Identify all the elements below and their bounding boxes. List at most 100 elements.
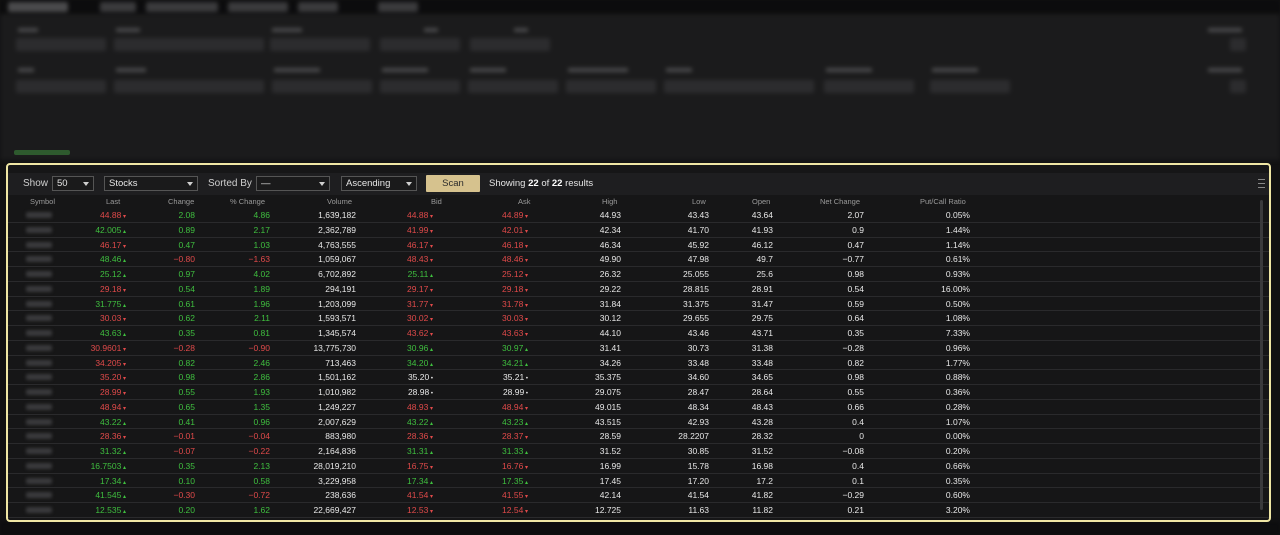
cell-high: 29.22 bbox=[599, 283, 621, 294]
cell-symbol-redacted[interactable] bbox=[26, 492, 52, 499]
table-row[interactable]: 28.99 0.55 1.93 1,010,982 28.98 28.99 29.075 28… bbox=[8, 385, 1269, 400]
cell-ask: 43.63 bbox=[502, 328, 528, 338]
column-header-volume[interactable]: Volume bbox=[327, 197, 352, 206]
blurred-bottom-bar bbox=[0, 522, 1280, 535]
table-row[interactable]: 17.34 0.10 0.58 3,229,958 17.34 17.35 17.45 17.… bbox=[8, 474, 1269, 489]
column-header-symbol[interactable]: Symbol bbox=[30, 197, 55, 206]
cell-symbol-redacted[interactable] bbox=[26, 300, 52, 307]
table-row[interactable]: 41.545 −0.30 −0.72 238,636 41.54 41.55 42.14 41… bbox=[8, 488, 1269, 503]
cell-open: 17.2 bbox=[756, 475, 773, 486]
column-header-net-change[interactable]: Net Change bbox=[820, 197, 860, 206]
cell-volume: 1,059,067 bbox=[318, 254, 356, 265]
show-count-dropdown[interactable]: 50 bbox=[52, 176, 94, 191]
cell-volume: 1,345,574 bbox=[318, 328, 356, 338]
table-row[interactable]: 28.36 −0.01 −0.04 883,980 28.36 28.37 28.59 28.… bbox=[8, 429, 1269, 444]
column-header-bid[interactable]: Bid bbox=[431, 197, 442, 206]
cell-symbol-redacted[interactable] bbox=[26, 374, 52, 381]
cell-open: 16.98 bbox=[751, 460, 773, 471]
vertical-scrollbar[interactable] bbox=[1260, 200, 1263, 510]
column-header-last[interactable]: Last bbox=[106, 197, 120, 206]
sort-order-dropdown[interactable]: Ascending bbox=[341, 176, 417, 191]
cell-symbol-redacted[interactable] bbox=[26, 315, 52, 322]
cell-symbol-redacted[interactable] bbox=[26, 359, 52, 366]
cell-ask: 29.18 bbox=[502, 284, 528, 294]
cell-bid: 48.93 bbox=[407, 402, 433, 412]
table-row[interactable]: 43.63 0.35 0.81 1,345,574 43.62 43.63 44.10 43.… bbox=[8, 326, 1269, 341]
scan-button[interactable]: Scan bbox=[426, 175, 480, 192]
column-header-put-call-ratio[interactable]: Put/Call Ratio bbox=[920, 197, 966, 206]
table-row[interactable]: 34.205 0.82 2.46 713,463 34.20 34.21 34.26 33.4… bbox=[8, 356, 1269, 371]
table-row[interactable]: 42.005 0.89 2.17 2,362,789 41.99 42.01 42.34 41… bbox=[8, 223, 1269, 238]
cell-change: 0.47 bbox=[178, 239, 195, 250]
cell-symbol-redacted[interactable] bbox=[26, 344, 52, 351]
table-row[interactable]: 16.7503 0.35 2.13 28,019,210 16.75 16.76 16.99… bbox=[8, 459, 1269, 474]
cell-low: 17.20 bbox=[687, 475, 709, 486]
cell-symbol-redacted[interactable] bbox=[26, 241, 52, 248]
security-type-dropdown[interactable]: Stocks bbox=[104, 176, 198, 191]
table-row[interactable]: 12.535 0.20 1.62 22,669,427 12.53 12.54 12.725… bbox=[8, 503, 1269, 518]
cell-symbol-redacted[interactable] bbox=[26, 462, 52, 469]
cell-open: 43.64 bbox=[751, 210, 773, 220]
cell-symbol-redacted[interactable] bbox=[26, 256, 52, 263]
menu-icon[interactable] bbox=[1258, 179, 1265, 188]
cell-symbol-redacted[interactable] bbox=[26, 433, 52, 440]
cell-symbol-redacted[interactable] bbox=[26, 418, 52, 425]
cell-symbol-redacted[interactable] bbox=[26, 285, 52, 292]
sort-field-dropdown[interactable]: — bbox=[256, 176, 330, 191]
column-header-ask[interactable]: Ask bbox=[518, 197, 531, 206]
cell-pct-change: 1.03 bbox=[253, 239, 270, 250]
column-header-low[interactable]: Low bbox=[692, 197, 706, 206]
table-row[interactable]: 48.46 −0.80 −1.63 1,059,067 48.43 48.46 49.90 4… bbox=[8, 252, 1269, 267]
cell-symbol-redacted[interactable] bbox=[26, 403, 52, 410]
cell-net-change: 0.4 bbox=[852, 460, 864, 471]
cell-bid: 41.99 bbox=[407, 225, 433, 235]
cell-symbol-redacted[interactable] bbox=[26, 330, 52, 336]
table-row[interactable]: 30.9601 −0.28 −0.90 13,775,730 30.96 30.97 31.… bbox=[8, 341, 1269, 356]
column-header-high[interactable]: High bbox=[602, 197, 617, 206]
cell-symbol-redacted[interactable] bbox=[26, 271, 52, 277]
table-row[interactable]: 48.94 0.65 1.35 1,249,227 48.93 48.94 49.015 48… bbox=[8, 400, 1269, 415]
cell-low: 25.055 bbox=[683, 269, 709, 279]
cell-symbol-redacted[interactable] bbox=[26, 507, 52, 513]
table-row[interactable]: 43.22 0.41 0.96 2,007,629 43.22 43.23 43.515 42… bbox=[8, 415, 1269, 430]
cell-bid: 31.77 bbox=[407, 299, 433, 309]
cell-last: 43.22 bbox=[100, 417, 126, 427]
results-shown: 22 bbox=[528, 178, 539, 189]
table-row[interactable]: 31.775 0.61 1.96 1,203,099 31.77 31.78 31.84 31… bbox=[8, 297, 1269, 312]
table-row[interactable]: 31.32 −0.07 −0.22 2,164,836 31.31 31.33 31.52 3… bbox=[8, 444, 1269, 459]
cell-change: 0.62 bbox=[178, 313, 195, 324]
column-header-pct-change[interactable]: % Change bbox=[230, 197, 265, 206]
cell-bid: 16.75 bbox=[407, 461, 433, 471]
table-row[interactable]: 44.88 2.08 4.86 1,639,182 44.88 44.89 44.93 43.… bbox=[8, 208, 1269, 223]
cell-change: −0.30 bbox=[173, 490, 195, 501]
cell-pct-change: −1.63 bbox=[248, 254, 270, 265]
cell-net-change: 0.4 bbox=[852, 416, 864, 427]
cell-bid: 25.11 bbox=[408, 269, 433, 279]
cell-ask: 42.01 bbox=[502, 225, 528, 235]
cell-put-call-ratio: 0.00% bbox=[945, 431, 970, 442]
table-row[interactable]: 29.18 0.54 1.89 294,191 29.17 29.18 29.22 28.81… bbox=[8, 282, 1269, 297]
cell-high: 30.12 bbox=[599, 313, 621, 324]
table-row[interactable]: 35.20 0.98 2.86 1,501,162 35.20 35.21 35.375 34… bbox=[8, 370, 1269, 385]
chevron-down-icon bbox=[83, 182, 89, 186]
cell-net-change: −0.29 bbox=[842, 490, 864, 501]
table-row[interactable]: 25.12 0.97 4.02 6,702,892 25.11 25.12 26.32 25.… bbox=[8, 267, 1269, 282]
table-row[interactable]: 30.03 0.62 2.11 1,593,571 30.02 30.03 30.12 29.… bbox=[8, 311, 1269, 326]
cell-symbol-redacted[interactable] bbox=[26, 477, 52, 484]
cell-net-change: 0 bbox=[859, 431, 864, 442]
table-row[interactable]: 46.17 0.47 1.03 4,763,555 46.17 46.18 46.34 45.… bbox=[8, 238, 1269, 253]
cell-symbol-redacted[interactable] bbox=[26, 226, 52, 233]
table-header: Symbol Last Change % Change Volume Bid A… bbox=[8, 195, 1269, 208]
blurred-green-link bbox=[14, 150, 70, 155]
cell-symbol-redacted[interactable] bbox=[26, 212, 52, 218]
cell-put-call-ratio: 1.44% bbox=[945, 224, 970, 235]
cell-net-change: 0.54 bbox=[847, 283, 864, 294]
cell-put-call-ratio: 0.28% bbox=[945, 401, 970, 412]
column-header-open[interactable]: Open bbox=[752, 197, 770, 206]
column-header-change[interactable]: Change bbox=[168, 197, 194, 206]
cell-symbol-redacted[interactable] bbox=[26, 448, 52, 454]
cell-pct-change: 1.62 bbox=[253, 505, 270, 515]
cell-put-call-ratio: 0.93% bbox=[945, 269, 970, 279]
cell-ask: 41.55 bbox=[502, 490, 528, 500]
cell-symbol-redacted[interactable] bbox=[26, 389, 52, 395]
